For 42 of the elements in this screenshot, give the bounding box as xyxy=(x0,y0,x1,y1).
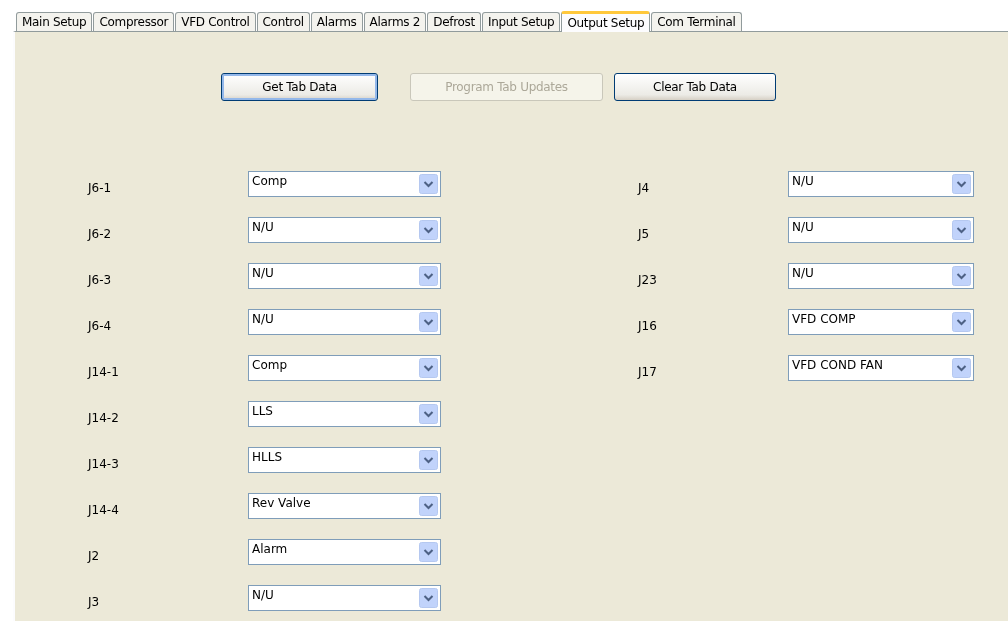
output-dropdown[interactable]: N/U xyxy=(788,217,974,243)
output-dropdown[interactable]: N/U xyxy=(788,171,974,197)
tab[interactable]: Alarms 2 xyxy=(363,12,427,31)
output-dropdown[interactable]: N/U xyxy=(248,309,441,335)
output-dropdown[interactable]: N/U xyxy=(248,585,441,611)
output-label: J2 xyxy=(88,548,101,565)
tab[interactable]: VFD Control xyxy=(175,12,256,31)
output-dropdown[interactable]: Comp xyxy=(248,355,441,381)
output-dropdown[interactable]: N/U xyxy=(788,263,974,289)
output-dropdown[interactable]: VFD COMP xyxy=(788,309,974,335)
output-label: J6-3 xyxy=(88,272,113,289)
output-label: J16 xyxy=(638,318,658,335)
output-label: J3 xyxy=(88,594,101,611)
tab[interactable]: Compressor xyxy=(93,12,175,31)
output-dropdown[interactable]: N/U xyxy=(248,217,441,243)
tab[interactable]: Output Setup xyxy=(561,11,651,32)
action-button[interactable]: Get Tab Data xyxy=(221,73,378,101)
output-dropdown[interactable]: Comp xyxy=(248,171,441,197)
tab[interactable]: Com Terminal xyxy=(651,12,742,31)
output-dropdown[interactable]: HLLS xyxy=(248,447,441,473)
tab[interactable]: Main Setup xyxy=(16,12,93,31)
output-dropdown[interactable]: Alarm xyxy=(248,539,441,565)
output-dropdown[interactable]: VFD COND FAN xyxy=(788,355,974,381)
output-label: J14-2 xyxy=(88,410,120,427)
output-dropdown[interactable]: Rev Valve xyxy=(248,493,441,519)
output-label: J14-3 xyxy=(88,456,120,473)
output-label: J5 xyxy=(638,226,651,243)
output-label: J6-2 xyxy=(88,226,113,243)
output-label: J14-1 xyxy=(88,364,120,381)
output-label: J17 xyxy=(638,364,658,381)
tab[interactable]: Defrost xyxy=(427,12,481,31)
output-dropdown[interactable]: LLS xyxy=(248,401,441,427)
output-label: J14-4 xyxy=(88,502,120,519)
output-label: J6-4 xyxy=(88,318,113,335)
output-dropdown[interactable]: N/U xyxy=(248,263,441,289)
output-label: J6-1 xyxy=(88,180,113,197)
tab[interactable]: Control xyxy=(256,12,310,31)
output-label: J4 xyxy=(638,180,651,197)
output-label: J23 xyxy=(638,272,658,289)
tab[interactable]: Input Setup xyxy=(481,12,561,31)
action-button[interactable]: Clear Tab Data xyxy=(614,73,776,101)
tab[interactable]: Alarms xyxy=(310,12,363,31)
